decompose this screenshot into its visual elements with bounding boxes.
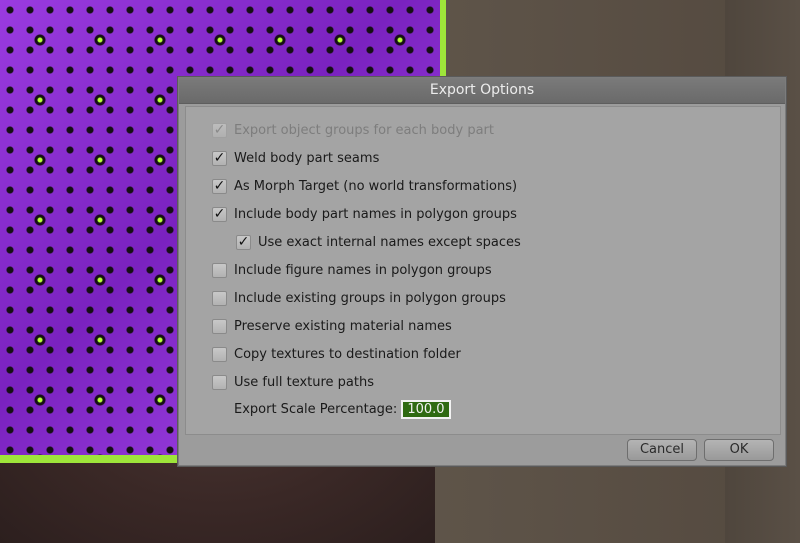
checkbox-copy-textures[interactable] [212, 347, 227, 362]
export-scale-label: Export Scale Percentage: [234, 402, 398, 417]
checkbox-weld-seams[interactable]: ✓ [212, 151, 227, 166]
checkbox-exact-internal-names[interactable]: ✓ [236, 235, 251, 250]
option-copy-textures[interactable]: Copy textures to destination folder [212, 347, 461, 362]
checkbox-material-names[interactable] [212, 319, 227, 334]
option-label: As Morph Target (no world transformation… [234, 179, 518, 194]
option-full-texture-paths[interactable]: Use full texture paths [212, 375, 374, 390]
option-label: Use exact internal names except spaces [258, 235, 521, 250]
checkbox-full-texture-paths[interactable] [212, 375, 227, 390]
checkbox-figure-names[interactable] [212, 263, 227, 278]
export-scale-row: Export Scale Percentage: [234, 400, 452, 419]
option-label: Include existing groups in polygon group… [234, 291, 506, 306]
option-label: Preserve existing material names [234, 319, 452, 334]
option-label: Include body part names in polygon group… [234, 207, 517, 222]
option-morph-target[interactable]: ✓ As Morph Target (no world transformati… [212, 179, 517, 194]
checkbox-export-object-groups: ✓ [212, 122, 227, 138]
option-label: Use full texture paths [234, 375, 375, 390]
checkbox-morph-target[interactable]: ✓ [212, 179, 227, 194]
export-scale-input[interactable] [401, 400, 452, 419]
option-label: Copy textures to destination folder [234, 347, 461, 362]
options-panel: ✓ Export object groups for each body par… [185, 106, 781, 435]
option-export-object-groups: ✓ Export object groups for each body par… [212, 123, 494, 138]
option-exact-internal-names[interactable]: ✓ Use exact internal names except spaces [236, 235, 521, 250]
dialog-title[interactable]: Export Options [179, 78, 785, 104]
option-label: Weld body part seams [234, 151, 380, 166]
option-label: Export object groups for each body part [234, 123, 494, 138]
option-existing-groups[interactable]: Include existing groups in polygon group… [212, 291, 506, 306]
option-label: Include figure names in polygon groups [234, 263, 492, 278]
option-body-part-names[interactable]: ✓ Include body part names in polygon gro… [212, 207, 517, 222]
cancel-button[interactable]: Cancel [627, 439, 697, 461]
checkbox-body-part-names[interactable]: ✓ [212, 207, 227, 222]
export-options-dialog: Export Options ✓ Export object groups fo… [178, 77, 786, 466]
ok-button[interactable]: OK [704, 439, 774, 461]
option-weld-seams[interactable]: ✓ Weld body part seams [212, 151, 379, 166]
checkbox-existing-groups[interactable] [212, 291, 227, 306]
option-figure-names[interactable]: Include figure names in polygon groups [212, 263, 492, 278]
option-material-names[interactable]: Preserve existing material names [212, 319, 452, 334]
